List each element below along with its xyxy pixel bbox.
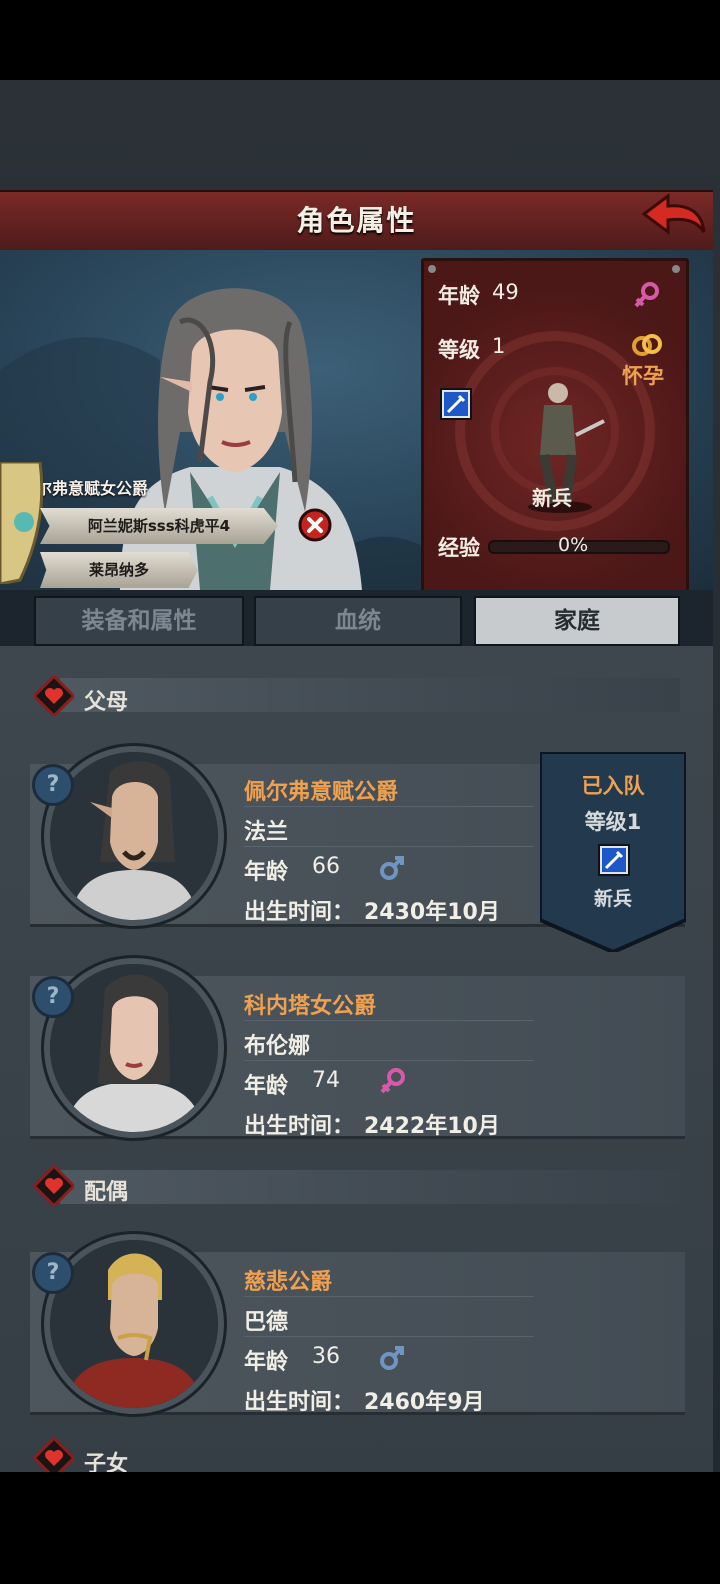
spouse-avatar[interactable]	[44, 1234, 224, 1414]
divider	[244, 1336, 534, 1337]
section-title-parents: 父母	[84, 690, 129, 715]
spouse-birth: 2460年9月	[364, 1390, 485, 1415]
shield-icon	[0, 460, 44, 586]
bottom-bar	[0, 1472, 720, 1584]
divider	[244, 806, 534, 807]
spouse-age-label: 年龄	[244, 1350, 289, 1375]
unit-class-label: 新兵	[532, 486, 572, 510]
male-icon	[378, 854, 406, 882]
father-avatar[interactable]	[44, 746, 224, 926]
spouse-name: 巴德	[244, 1310, 289, 1335]
mother-birth-label: 出生时间：	[244, 1114, 355, 1139]
level-label: 等级	[438, 338, 480, 362]
party-banner[interactable]: 已入队 等级1 新兵	[540, 752, 686, 952]
mother-age: 74	[312, 1068, 340, 1093]
tab-family[interactable]: 家庭	[474, 596, 680, 646]
back-arrow-icon	[641, 193, 706, 235]
section-bar-spouse	[60, 1170, 680, 1204]
house-shield[interactable]	[0, 460, 48, 586]
nickname-ribbon: 阿兰妮斯sss科虎平4	[40, 508, 278, 544]
divider	[244, 846, 534, 847]
mother-avatar[interactable]	[44, 958, 224, 1138]
question-icon[interactable]: ?	[32, 976, 74, 1018]
divider	[244, 1296, 534, 1297]
father-age: 66	[312, 854, 340, 879]
tab-equipment[interactable]: 装备和属性	[34, 596, 244, 646]
section-bar-parents	[60, 678, 680, 712]
skill-slot[interactable]	[440, 388, 472, 420]
party-level: 等级1	[584, 810, 642, 834]
heart-icon	[32, 1164, 76, 1208]
spouse-title: 慈悲公爵	[244, 1270, 333, 1295]
female-icon	[632, 280, 662, 310]
house-ribbon: 莱昂纳多	[40, 552, 198, 588]
sword-skill-icon	[598, 844, 630, 876]
age-label: 年龄	[438, 284, 480, 308]
heart-icon	[32, 674, 76, 718]
spouse-birth-label: 出生时间：	[244, 1390, 355, 1415]
father-birth: 2430年10月	[364, 900, 500, 925]
back-button[interactable]	[640, 192, 708, 242]
father-age-label: 年龄	[244, 860, 289, 885]
remove-nickname-button[interactable]	[298, 508, 332, 542]
question-icon[interactable]: ?	[32, 764, 74, 806]
mother-age-label: 年龄	[244, 1074, 289, 1099]
divider	[244, 1020, 534, 1021]
exp-label: 经验	[438, 536, 480, 560]
mother-birth: 2422年10月	[364, 1114, 500, 1139]
exp-value: 0%	[558, 534, 589, 556]
top-bar	[0, 0, 720, 80]
rings-icon	[630, 332, 664, 358]
header-bar: 角色属性	[0, 190, 713, 253]
page-title: 角色属性	[296, 204, 417, 237]
section-title-spouse: 配偶	[84, 1180, 129, 1205]
party-status: 已入队	[581, 774, 645, 798]
pregnant-status: 怀孕	[622, 364, 664, 388]
father-birth-label: 出生时间：	[244, 900, 355, 925]
mother-title: 科内塔女公爵	[244, 994, 377, 1019]
sword-skill-icon	[444, 392, 468, 416]
age-value: 49	[492, 280, 519, 304]
father-name: 法兰	[244, 820, 289, 845]
level-value: 1	[492, 334, 506, 358]
close-icon	[298, 508, 332, 542]
female-icon	[378, 1066, 408, 1096]
divider	[244, 1060, 534, 1061]
question-icon[interactable]: ?	[32, 1252, 74, 1294]
spouse-age: 36	[312, 1344, 340, 1369]
father-title: 佩尔弗意赋公爵	[244, 780, 399, 805]
male-icon	[378, 1344, 406, 1372]
tab-bloodline[interactable]: 血统	[254, 596, 462, 646]
party-class: 新兵	[593, 888, 632, 910]
mother-name: 布伦娜	[244, 1034, 311, 1059]
